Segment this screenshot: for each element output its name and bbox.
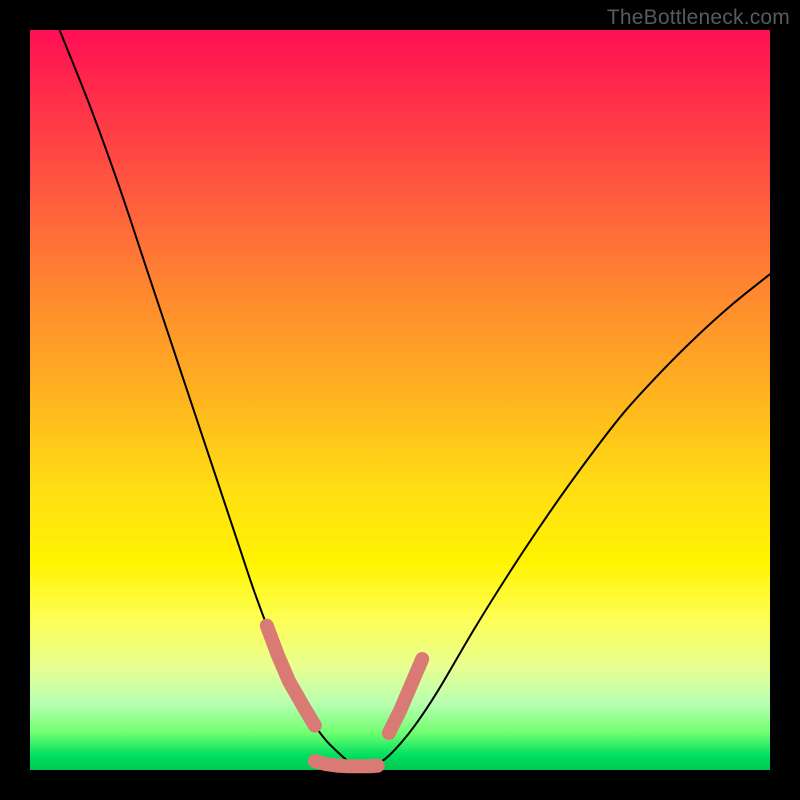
left-marker-segment (267, 626, 315, 726)
right-curve (370, 274, 770, 767)
curve-layer (30, 30, 770, 770)
left-curve (60, 30, 371, 767)
floor-marker-segment (315, 761, 378, 766)
watermark-text: TheBottleneck.com (607, 6, 790, 30)
chart-frame: TheBottleneck.com (0, 0, 800, 800)
plot-area (30, 30, 770, 770)
